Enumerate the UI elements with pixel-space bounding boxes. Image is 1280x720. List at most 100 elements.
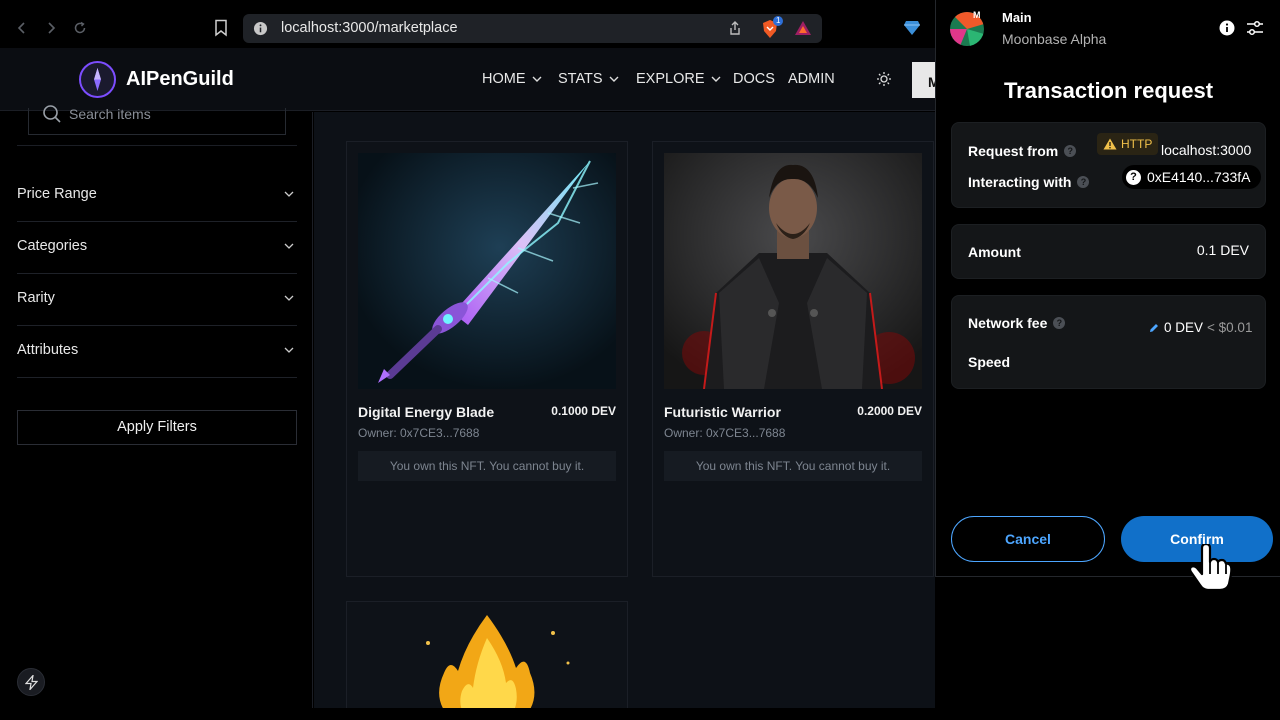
info-icon[interactable] bbox=[1219, 20, 1235, 36]
filter-attributes[interactable]: Attributes bbox=[17, 326, 297, 378]
search-icon bbox=[43, 105, 61, 123]
chevron-down-icon bbox=[609, 76, 619, 82]
request-origin: localhost:3000 bbox=[1161, 142, 1252, 158]
header-connect-button[interactable]: M bbox=[912, 62, 935, 98]
account-name[interactable]: Main bbox=[1002, 10, 1032, 25]
chevron-down-icon bbox=[711, 76, 720, 82]
unknown-contract-icon: ? bbox=[1126, 169, 1141, 185]
reload-icon[interactable] bbox=[70, 18, 90, 38]
nft-name[interactable]: Digital Energy Blade bbox=[358, 404, 494, 420]
contract-address: 0xE4140...733fA bbox=[1147, 169, 1251, 185]
nft-image-flame[interactable] bbox=[358, 613, 616, 708]
edit-pencil-icon[interactable] bbox=[1148, 322, 1160, 334]
account-initial: M bbox=[973, 10, 981, 20]
network-fee-row: Network fee ? bbox=[968, 315, 1066, 331]
divider bbox=[17, 145, 297, 146]
speed-label: Speed bbox=[968, 354, 1011, 370]
ownership-notice: You own this NFT. You cannot buy it. bbox=[664, 451, 922, 481]
settings-sliders-icon[interactable] bbox=[1246, 20, 1264, 36]
brave-badge-count: 1 bbox=[773, 16, 784, 26]
brave-rewards-icon[interactable] bbox=[794, 20, 812, 36]
request-details-box: Request from ? HTTP localhost:3000 Inter… bbox=[951, 122, 1266, 208]
filter-sidebar: Search items Price Range Categories Rari… bbox=[0, 105, 313, 708]
filter-label: Rarity bbox=[17, 290, 55, 306]
hand-cursor-icon bbox=[1188, 544, 1232, 592]
devtools-bolt-icon[interactable] bbox=[17, 668, 45, 696]
cancel-button[interactable]: Cancel bbox=[951, 516, 1105, 562]
request-from-row: Request from ? bbox=[968, 143, 1077, 159]
site-header: AIPenGuild HOME STATS EXPLORE DOCS ADMIN… bbox=[0, 48, 935, 111]
url-text[interactable]: localhost:3000/marketplace bbox=[281, 20, 458, 36]
share-icon[interactable] bbox=[727, 20, 743, 36]
nav-admin[interactable]: ADMIN bbox=[788, 71, 835, 87]
nft-card[interactable]: Futuristic Warrior 0.2000 DEV Owner: 0x7… bbox=[652, 141, 934, 577]
search-input[interactable]: Search items bbox=[28, 105, 286, 135]
request-from-label: Request from bbox=[968, 143, 1059, 159]
nft-owner: Owner: 0x7CE3...7688 bbox=[664, 426, 786, 440]
chevron-down-icon bbox=[284, 295, 294, 301]
filter-price-range[interactable]: Price Range bbox=[17, 170, 297, 222]
filter-rarity[interactable]: Rarity bbox=[17, 274, 297, 326]
filter-label: Attributes bbox=[17, 342, 79, 358]
nav-stats-label: STATS bbox=[558, 71, 603, 87]
address-bar[interactable]: localhost:3000/marketplace 1 bbox=[243, 14, 822, 43]
theme-toggle-sun-icon[interactable] bbox=[876, 71, 892, 87]
network-fee-value[interactable]: 0 DEV < $0.01 bbox=[1148, 320, 1252, 335]
transaction-title: Transaction request bbox=[1003, 78, 1214, 103]
nft-owner: Owner: 0x7CE3...7688 bbox=[358, 426, 480, 440]
nav-home-label: HOME bbox=[482, 71, 526, 87]
amount-label: Amount bbox=[968, 244, 1021, 260]
chevron-down-icon bbox=[284, 191, 294, 197]
help-icon[interactable]: ? bbox=[1053, 317, 1066, 329]
nav-docs[interactable]: DOCS bbox=[733, 71, 775, 87]
header-connect-initial: M bbox=[928, 74, 935, 90]
amount-value: 0.1 DEV bbox=[1196, 242, 1249, 258]
nft-name[interactable]: Futuristic Warrior bbox=[664, 404, 781, 420]
bottom-letterbox bbox=[0, 708, 1280, 720]
insecure-http-badge: HTTP bbox=[1097, 133, 1159, 155]
apply-filters-button[interactable]: Apply Filters bbox=[17, 410, 297, 445]
nav-docs-label: DOCS bbox=[733, 71, 775, 87]
chevron-down-icon bbox=[284, 243, 294, 249]
forward-icon[interactable] bbox=[41, 18, 61, 38]
fee-amount: 0 DEV bbox=[1164, 320, 1204, 335]
network-fee-label: Network fee bbox=[968, 315, 1048, 331]
nft-price: 0.1000 DEV bbox=[551, 404, 616, 418]
contract-address-pill[interactable]: ? 0xE4140...733fA bbox=[1122, 165, 1261, 189]
nft-price: 0.2000 DEV bbox=[857, 404, 922, 418]
interacting-with-row: Interacting with ? bbox=[968, 174, 1090, 190]
extension-icon[interactable] bbox=[903, 20, 921, 36]
nav-explore[interactable]: EXPLORE bbox=[636, 71, 721, 87]
nav-home[interactable]: HOME bbox=[482, 71, 542, 87]
search-placeholder: Search items bbox=[69, 106, 151, 122]
http-label: HTTP bbox=[1121, 137, 1153, 151]
filter-label: Categories bbox=[17, 238, 88, 254]
help-icon[interactable]: ? bbox=[1064, 145, 1077, 157]
chevron-down-icon bbox=[532, 76, 541, 82]
chevron-down-icon bbox=[284, 347, 294, 353]
nft-image-futuristic-warrior[interactable] bbox=[664, 153, 922, 389]
logo-compass-icon[interactable] bbox=[79, 61, 116, 98]
network-name[interactable]: Moonbase Alpha bbox=[1002, 31, 1106, 47]
wallet-transaction-popup: M Main Moonbase Alpha Transaction reques… bbox=[935, 0, 1280, 577]
nav-admin-label: ADMIN bbox=[788, 71, 835, 87]
fee-box: Network fee ? 0 DEV < $0.01 Speed bbox=[951, 295, 1266, 389]
back-icon[interactable] bbox=[12, 18, 32, 38]
filter-label: Price Range bbox=[17, 186, 97, 202]
nft-card[interactable]: Digital Energy Blade 0.1000 DEV Owner: 0… bbox=[346, 141, 628, 577]
brand-name[interactable]: AIPenGuild bbox=[126, 68, 234, 91]
filter-categories[interactable]: Categories bbox=[17, 222, 297, 274]
nft-card[interactable] bbox=[346, 601, 628, 708]
nav-stats[interactable]: STATS bbox=[558, 71, 619, 87]
nft-image-energy-blade[interactable] bbox=[358, 153, 616, 389]
nav-explore-label: EXPLORE bbox=[636, 71, 705, 87]
amount-box: Amount 0.1 DEV bbox=[951, 224, 1266, 279]
interacting-with-label: Interacting with bbox=[968, 174, 1072, 190]
site-info-icon[interactable] bbox=[253, 21, 268, 36]
fee-fiat: < $0.01 bbox=[1207, 320, 1253, 335]
help-icon[interactable]: ? bbox=[1077, 176, 1090, 188]
bookmark-icon[interactable] bbox=[213, 19, 229, 37]
warning-icon bbox=[1103, 138, 1117, 150]
ownership-notice: You own this NFT. You cannot buy it. bbox=[358, 451, 616, 481]
marketplace-grid: Digital Energy Blade 0.1000 DEV Owner: 0… bbox=[314, 112, 935, 708]
